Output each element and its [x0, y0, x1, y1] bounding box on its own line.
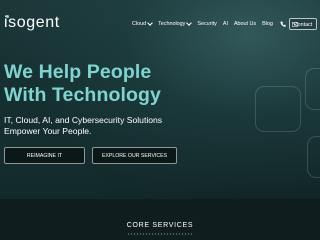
- explore-services-button[interactable]: EXPLORE OUR SERVICES: [92, 147, 177, 164]
- nav-item-technology[interactable]: Technology: [158, 19, 193, 29]
- chevron-down-icon: [186, 20, 193, 26]
- hero-subheading-line: Empower Your People.: [4, 125, 92, 136]
- nav-item-cloud[interactable]: Cloud: [132, 19, 153, 29]
- brand-name: isogent: [4, 14, 60, 31]
- section-dotted-divider: [127, 233, 193, 235]
- chevron-down-icon: [147, 20, 153, 26]
- page: isogent Cloud Technology Security AI Abo…: [0, 0, 320, 240]
- hero-headline-line: With Technology: [4, 84, 161, 106]
- hero-headline-line: We Help People: [4, 61, 152, 83]
- section-title: CORE SERVICES: [126, 222, 194, 229]
- nav-item-about-us[interactable]: About Us: [234, 19, 256, 29]
- hero-subheading: IT, Cloud, AI, and Cybersecurity Solutio…: [4, 115, 184, 136]
- hero-headline: We Help People With Technology: [4, 61, 161, 107]
- hero-subheading-line: IT, Cloud, AI, and Cybersecurity Solutio…: [4, 115, 163, 125]
- nav-item-security[interactable]: Security: [197, 19, 216, 29]
- nav-item-label: Cloud: [132, 21, 147, 27]
- decorative-outline-box: [305, 68, 320, 110]
- main-nav: Cloud Technology Security AI About Us Bl…: [132, 19, 303, 29]
- brand-logo[interactable]: isogent: [4, 13, 60, 33]
- nav-item-ai[interactable]: AI: [223, 19, 228, 29]
- logo-dot-icon: [6, 15, 9, 18]
- decorative-outline-box: [307, 136, 320, 178]
- contact-button[interactable]: Contact: [289, 18, 317, 30]
- decorative-outline-box: [255, 86, 301, 132]
- nav-item-label: Technology: [158, 21, 186, 27]
- phone-icon[interactable]: [279, 19, 287, 29]
- reimagine-it-button[interactable]: REIMAGINE IT: [4, 147, 85, 164]
- nav-item-blog[interactable]: Blog: [262, 19, 273, 29]
